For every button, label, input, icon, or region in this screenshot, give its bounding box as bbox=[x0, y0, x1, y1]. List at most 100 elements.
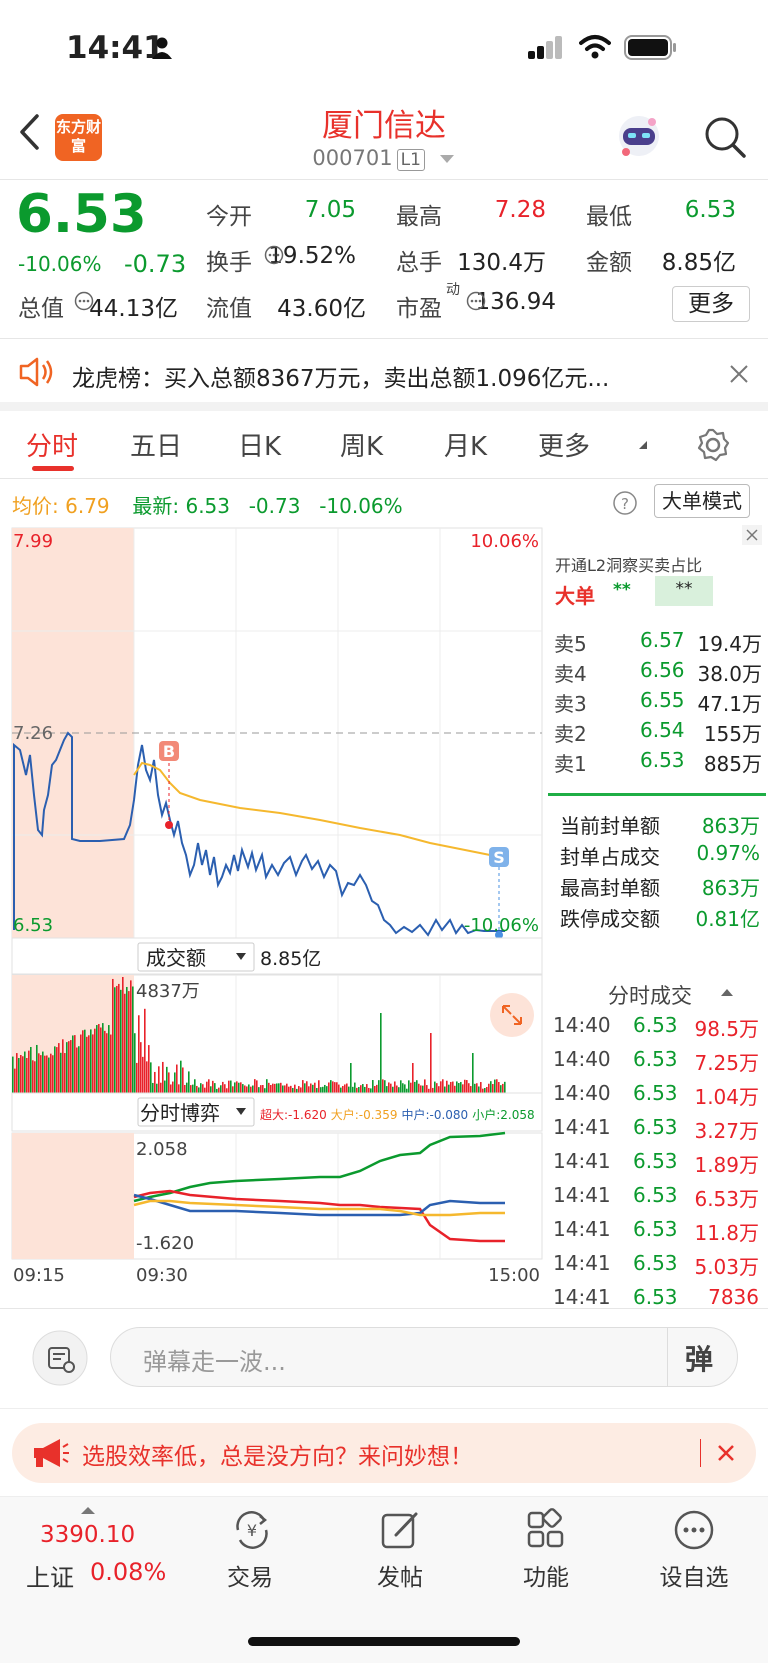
volume-bar bbox=[412, 1063, 414, 1093]
volume-bar bbox=[28, 1050, 30, 1093]
index-value[interactable]: 3390.10 bbox=[40, 1522, 135, 1548]
volume-bar bbox=[254, 1079, 256, 1093]
ask-label: 卖1 bbox=[554, 752, 587, 776]
ad-close-icon[interactable] bbox=[716, 1443, 736, 1463]
tick-time: 14:41 bbox=[553, 1149, 611, 1173]
volume-bar bbox=[48, 1057, 50, 1093]
index-expand-icon[interactable] bbox=[80, 1505, 96, 1515]
volume-bar bbox=[218, 1087, 220, 1093]
danmu-input[interactable]: 弹幕走一波... 弹 bbox=[110, 1327, 738, 1387]
grid-icon[interactable] bbox=[524, 1508, 568, 1552]
volume-bar bbox=[108, 1025, 110, 1093]
notice-text[interactable]: 龙虎榜：买入总额8367万元，卖出总额1.096亿元... bbox=[72, 359, 609, 393]
volume-bar bbox=[114, 987, 116, 1093]
volume-bar bbox=[192, 1084, 194, 1093]
volume-bar bbox=[72, 1035, 74, 1093]
ad-banner[interactable]: 选股效率低，总是没方向？来问妙想！ bbox=[12, 1423, 756, 1483]
volume-bar bbox=[80, 1034, 82, 1093]
settings-gear-icon[interactable] bbox=[695, 427, 731, 463]
volume-bar bbox=[204, 1087, 206, 1093]
dropdown-triangle-icon bbox=[439, 155, 454, 163]
more-info-icon[interactable] bbox=[264, 245, 284, 265]
volume-bar bbox=[306, 1081, 308, 1093]
tick-price: 6.53 bbox=[633, 1047, 678, 1071]
edit-icon[interactable] bbox=[378, 1508, 422, 1552]
ticks-collapse-icon[interactable] bbox=[720, 987, 734, 997]
volume-bar bbox=[472, 1053, 474, 1093]
search-icon[interactable] bbox=[702, 114, 748, 160]
quote-value: 7.05 bbox=[304, 197, 356, 223]
volume-bar bbox=[152, 1082, 154, 1093]
index-name[interactable]: 上证 bbox=[26, 1558, 74, 1593]
nav-add-watchlist[interactable]: 设自选 bbox=[644, 1558, 744, 1592]
flow-legend-item: 中户:-0.080 bbox=[401, 1107, 468, 1122]
tick-time: 14:40 bbox=[553, 1013, 611, 1037]
volume-bar bbox=[58, 1043, 60, 1093]
volume-bar bbox=[106, 1033, 108, 1093]
close-l2-icon[interactable] bbox=[741, 524, 763, 546]
yuan-exchange-icon[interactable]: ¥ bbox=[230, 1508, 274, 1552]
volume-bar bbox=[42, 1051, 44, 1093]
volume-bar bbox=[300, 1087, 302, 1093]
tab-0[interactable]: 分时 bbox=[26, 426, 78, 463]
volume-bar bbox=[446, 1080, 448, 1093]
volume-bar bbox=[380, 1013, 382, 1093]
current-price: 6.53 bbox=[16, 184, 147, 245]
nav-post[interactable]: 发帖 bbox=[350, 1558, 450, 1592]
volume-bar bbox=[166, 1066, 168, 1093]
volume-bar bbox=[448, 1084, 450, 1093]
volume-bar bbox=[402, 1083, 404, 1093]
big-order-mode-button[interactable]: 大单模式 bbox=[654, 484, 750, 518]
tab-3[interactable]: 周K bbox=[340, 426, 383, 463]
volume-bar bbox=[468, 1083, 470, 1093]
volume-bar bbox=[434, 1081, 436, 1093]
ask-price: 6.56 bbox=[640, 658, 685, 682]
top-pct-label: 10.06% bbox=[470, 531, 539, 552]
volume-bar bbox=[284, 1085, 286, 1093]
volume-bar bbox=[126, 986, 128, 1093]
volume-bar bbox=[46, 1055, 48, 1093]
index-pct[interactable]: 0.08% bbox=[90, 1558, 166, 1586]
big-order-sell: ** bbox=[655, 576, 713, 606]
ticks-title[interactable]: 分时成交 bbox=[608, 980, 692, 1010]
volume-bar bbox=[110, 1034, 112, 1093]
more-dots-icon[interactable] bbox=[672, 1508, 716, 1552]
svg-text:?: ? bbox=[621, 495, 629, 513]
help-icon[interactable]: ? bbox=[612, 490, 638, 516]
tick-volume: 1.89万 bbox=[694, 1153, 759, 1177]
close-icon[interactable] bbox=[728, 363, 750, 385]
volume-bar bbox=[14, 1068, 16, 1093]
volume-bar bbox=[456, 1081, 458, 1093]
volume-bar bbox=[504, 1081, 506, 1093]
top-price-label: 7.99 bbox=[13, 531, 53, 552]
volume-bar bbox=[294, 1084, 296, 1093]
tab-1[interactable]: 五日 bbox=[130, 426, 182, 463]
volume-bar bbox=[270, 1084, 272, 1093]
more-info-icon[interactable] bbox=[74, 291, 94, 311]
volume-bar bbox=[94, 1028, 96, 1093]
danmu-settings-icon[interactable] bbox=[32, 1330, 88, 1386]
l2-link[interactable]: 开通L2洞察买卖占比 bbox=[555, 552, 702, 576]
danmu-send-button[interactable]: 弹 bbox=[685, 1338, 713, 1378]
volume-bar bbox=[318, 1080, 320, 1093]
volume-bar bbox=[236, 1081, 238, 1093]
volume-bar bbox=[494, 1079, 496, 1093]
volume-bar bbox=[174, 1072, 176, 1093]
avg-label: 均价: bbox=[12, 494, 59, 518]
tab-2[interactable]: 日K bbox=[238, 426, 281, 463]
more-info-icon[interactable] bbox=[466, 291, 486, 311]
volume-bar bbox=[200, 1083, 202, 1093]
robot-assistant-icon[interactable] bbox=[612, 110, 666, 164]
volume-bar bbox=[488, 1083, 490, 1093]
more-quote-button[interactable]: 更多 bbox=[672, 286, 750, 322]
nav-functions[interactable]: 功能 bbox=[496, 1558, 596, 1592]
volume-bar bbox=[358, 1087, 360, 1093]
volume-bar bbox=[170, 1084, 172, 1093]
tick-time: 14:40 bbox=[553, 1047, 611, 1071]
volume-bar bbox=[216, 1088, 218, 1093]
tab-4[interactable]: 月K bbox=[444, 426, 487, 463]
nav-trade[interactable]: 交易 bbox=[200, 1558, 300, 1592]
tab-5[interactable]: 更多 bbox=[538, 426, 590, 463]
intraday-chart[interactable]: B S 7.99 10.06% 7.26 6.53 -10.06% 成交额 8.… bbox=[0, 525, 545, 1285]
expand-button bbox=[490, 993, 534, 1037]
